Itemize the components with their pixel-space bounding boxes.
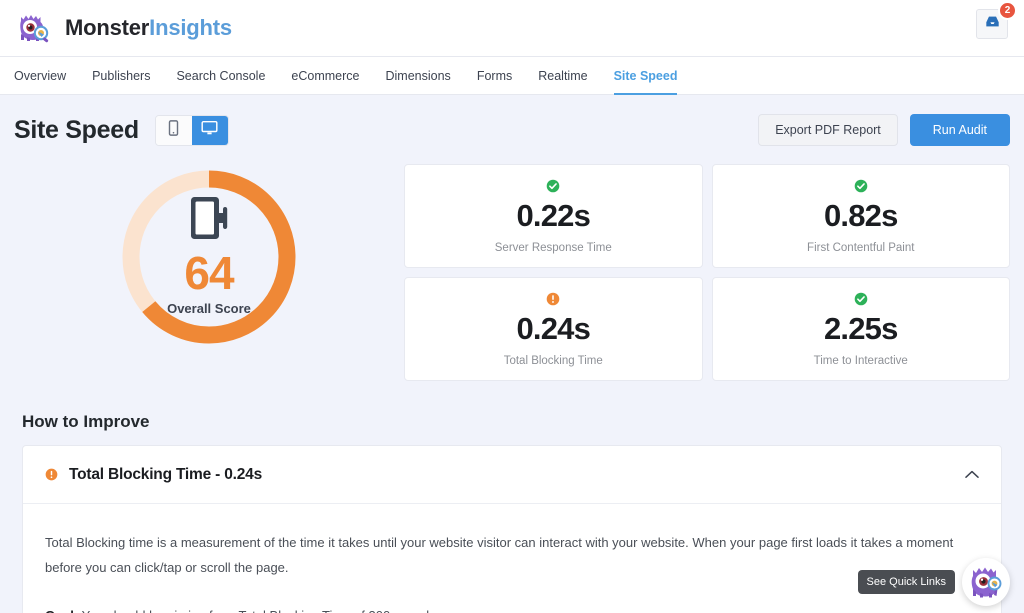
main-navigation: Overview Publishers Search Console eComm… [0, 57, 1024, 95]
nav-tab-site-speed[interactable]: Site Speed [601, 57, 691, 95]
inbox-icon [984, 13, 1001, 35]
device-toggle[interactable] [154, 114, 229, 146]
nav-tab-label: Dimensions [385, 68, 451, 83]
brand-name-light: Insights [149, 15, 232, 40]
nav-tab-dimensions[interactable]: Dimensions [373, 57, 464, 94]
nav-tab-label: Overview [14, 68, 67, 83]
quick-links-tooltip: See Quick Links [857, 570, 955, 594]
nav-tab-publishers[interactable]: Publishers [79, 57, 163, 94]
accordion-body: Total Blocking time is a measurement of … [23, 504, 1001, 613]
nav-tab-search-console[interactable]: Search Console [163, 57, 278, 94]
overall-score-value: 64 [184, 247, 234, 300]
nav-tab-label: Forms [476, 68, 513, 83]
exclamation-circle-icon [546, 292, 560, 307]
nav-tab-label: Site Speed [613, 68, 678, 83]
metric-label: Time to Interactive [813, 354, 908, 367]
metric-label: Server Response Time [494, 241, 612, 254]
metric-value: 0.22s [516, 197, 591, 233]
metric-value: 0.82s [823, 197, 898, 233]
export-pdf-report-button[interactable]: Export PDF Report [758, 113, 898, 147]
page-content: Site Speed Export PDF Report Run Audit 6… [0, 99, 1024, 613]
chevron-up-icon[interactable] [965, 470, 979, 479]
check-circle-icon [854, 179, 868, 194]
metric-label: Total Blocking Time [503, 354, 603, 367]
accordion-goal-label: Goal: [45, 608, 78, 613]
notifications[interactable]: 2 [976, 1, 1017, 39]
accordion-goal-text: You should be aiming for a Total Blockin… [78, 608, 453, 613]
app-header: MonsterInsights 2 [0, 0, 1024, 57]
desktop-monitor-icon [186, 197, 232, 240]
page-title: Site Speed [14, 115, 139, 144]
nav-tab-label: Realtime [538, 68, 588, 83]
nav-tab-realtime[interactable]: Realtime [525, 57, 600, 94]
nav-tab-label: Publishers [92, 68, 151, 83]
accordion-paragraph: Total Blocking time is a measurement of … [45, 535, 954, 576]
brand-name: MonsterInsights [65, 15, 232, 41]
brand: MonsterInsights [14, 8, 232, 48]
check-circle-icon [546, 179, 560, 194]
overall-score-label: Overall Score [167, 300, 251, 316]
metric-card-time-to-interactive: 2.25s Time to Interactive [711, 277, 1010, 381]
metric-card-total-blocking-time: 0.24s Total Blocking Time [404, 277, 703, 381]
monster-magnifier-logo-icon [14, 8, 54, 48]
how-to-improve-heading: How to Improve [22, 412, 150, 431]
metric-value: 0.24s [516, 310, 591, 346]
desktop-monitor-icon [201, 120, 218, 141]
metric-cards: 0.22s Server Response Time 0.82s First C… [404, 161, 1010, 381]
metric-value: 2.25s [823, 310, 898, 346]
quick-links-button[interactable] [962, 558, 1010, 606]
nav-tab-label: Search Console [176, 68, 266, 83]
run-audit-button[interactable]: Run Audit [909, 113, 1010, 147]
accordion-title: Total Blocking Time - 0.24s [69, 465, 262, 483]
inbox-badge-count: 2 [998, 1, 1017, 20]
metric-label: First Contentful Paint [807, 241, 915, 254]
nav-tab-label: eCommerce [291, 68, 360, 83]
metric-card-first-contentful-paint: 0.82s First Contentful Paint [711, 164, 1010, 268]
speed-overview: 64 Overall Score 0.22s Server Response T… [14, 161, 1010, 381]
mobile-phone-icon [167, 119, 180, 141]
improvement-accordion: Total Blocking Time - 0.24s Total Blocki… [22, 445, 1002, 613]
nav-tab-ecommerce[interactable]: eCommerce [278, 57, 372, 94]
exclamation-circle-icon [45, 468, 58, 481]
monster-avatar-icon [964, 558, 1008, 606]
quick-links-widget: See Quick Links [857, 558, 1010, 606]
accordion-header-total-blocking-time[interactable]: Total Blocking Time - 0.24s [23, 446, 1001, 504]
check-circle-icon [854, 292, 868, 307]
page-actions: Export PDF Report Run Audit [758, 113, 1010, 147]
nav-tab-forms[interactable]: Forms [464, 57, 525, 94]
accordion-goal: Goal: You should be aiming for a Total B… [45, 603, 979, 613]
device-toggle-desktop[interactable] [191, 115, 228, 145]
overall-score-gauge: 64 Overall Score [14, 161, 404, 347]
nav-tab-overview[interactable]: Overview [14, 57, 79, 94]
brand-name-bold: Monster [65, 15, 150, 40]
page-header: Site Speed Export PDF Report Run Audit [14, 99, 1010, 161]
metric-card-server-response-time: 0.22s Server Response Time [404, 164, 703, 268]
device-toggle-mobile[interactable] [155, 115, 192, 145]
